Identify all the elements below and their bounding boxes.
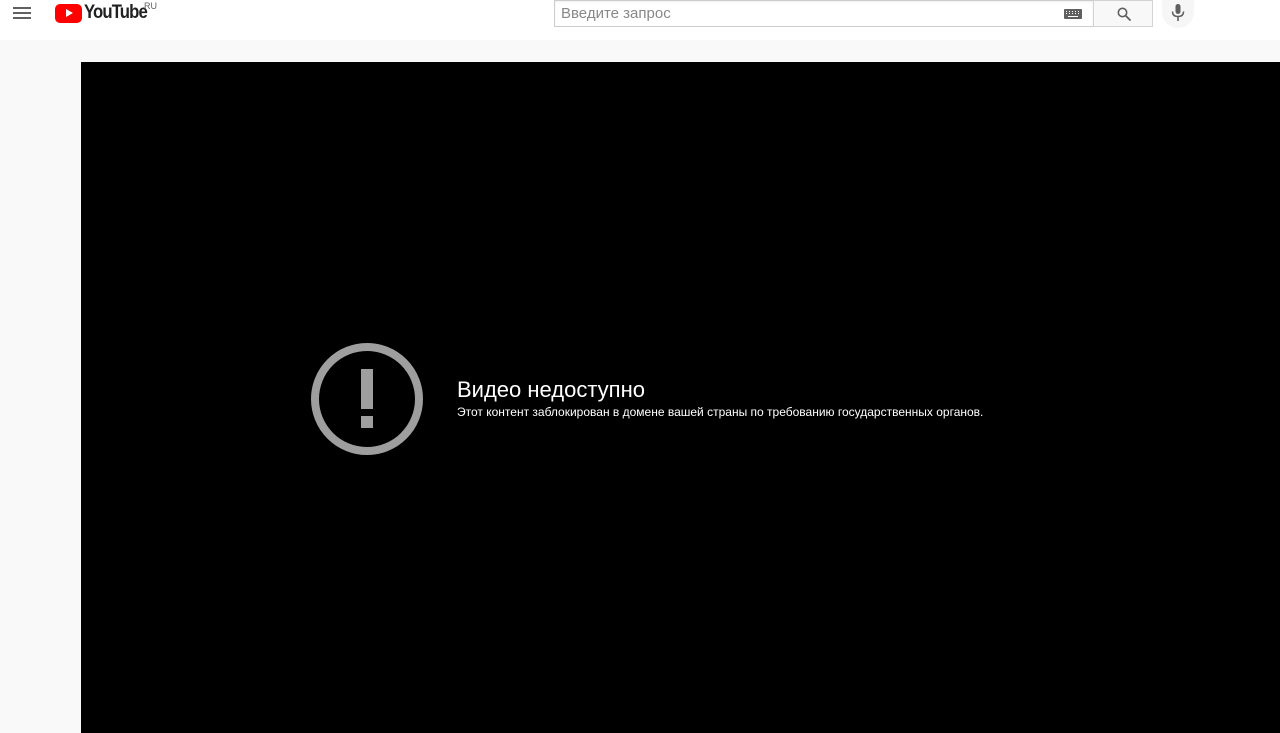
video-player[interactable]: Видео недоступно Этот контент заблокиров…: [81, 62, 1280, 733]
exclamation-circle-icon: [311, 343, 423, 455]
youtube-play-icon: [55, 3, 82, 23]
logo-text: YouTube: [84, 2, 148, 23]
left-gutter: [0, 40, 81, 733]
country-code: RU: [144, 1, 157, 11]
search-box: [554, 0, 1093, 27]
search-button[interactable]: [1093, 0, 1153, 27]
youtube-logo[interactable]: YouTube: [55, 1, 155, 25]
voice-search-button[interactable]: [1162, 0, 1194, 28]
hamburger-menu-icon[interactable]: [10, 2, 34, 24]
search-icon: [1117, 7, 1131, 21]
masthead: YouTube RU: [0, 0, 1280, 40]
search-input[interactable]: [555, 1, 1055, 26]
keyboard-icon[interactable]: [1064, 9, 1082, 19]
error-title: Видео недоступно: [457, 377, 645, 402]
microphone-icon: [1171, 4, 1185, 21]
error-message: Этот контент заблокирован в домене вашей…: [457, 405, 984, 419]
